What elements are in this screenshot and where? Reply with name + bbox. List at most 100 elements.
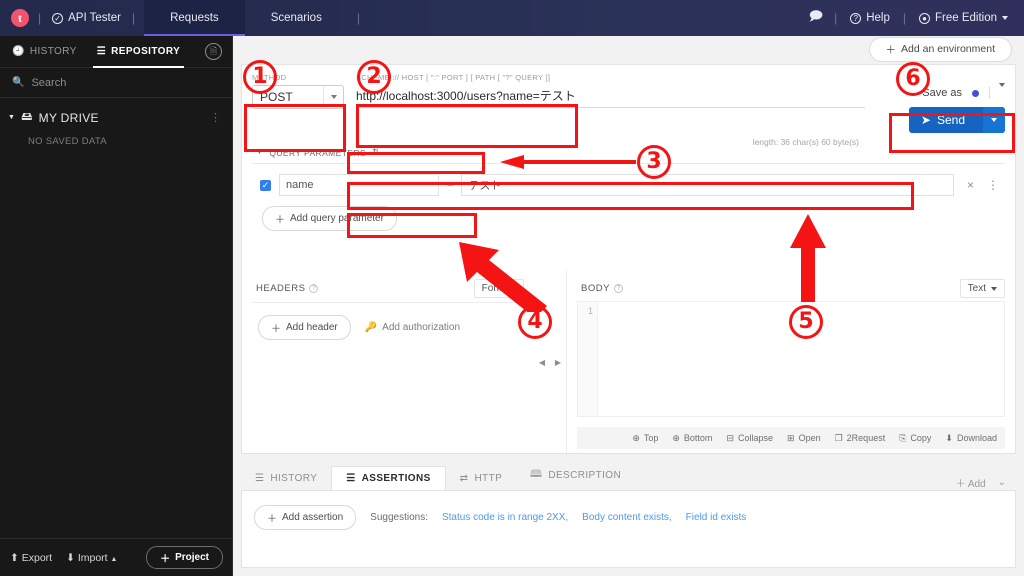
bottom-tab-http-label: HTTP	[474, 473, 503, 484]
sidebar-item-my-drive[interactable]: ▼ 🖴 MY DRIVE ⋮	[0, 98, 232, 131]
query-parameter-key-input[interactable]: name	[279, 174, 439, 196]
body-type-select[interactable]: Text	[959, 279, 1005, 298]
body-title: BODY	[581, 283, 610, 294]
drive-menu-icon[interactable]: ⋮	[210, 111, 222, 124]
add-project-button[interactable]: ＋ Project	[146, 546, 223, 569]
query-parameter-menu-icon[interactable]: ⋮	[987, 178, 1003, 192]
key-icon: 🔑	[364, 322, 378, 333]
plus-icon: ＋	[160, 554, 171, 565]
import-button[interactable]: ⬇ Import ▲	[66, 552, 117, 564]
help-button[interactable]: ? Help	[848, 12, 892, 24]
chevron-down-icon[interactable]: ▼	[256, 149, 263, 156]
sort-icon[interactable]: ⇅	[372, 147, 380, 158]
tab-requests-label: Requests	[170, 12, 219, 24]
editor-top-label: Top	[643, 433, 659, 443]
sidebar-search[interactable]: 🔍 Search	[0, 68, 232, 98]
add-authorization-label: Add authorization	[382, 322, 461, 333]
pane-collapse-right[interactable]: ▶	[550, 271, 566, 453]
editor-open-button[interactable]: ⊞ Open	[787, 433, 821, 444]
account-label: Free Edition	[934, 12, 997, 24]
app-logo[interactable]: t	[11, 9, 29, 27]
save-as-control[interactable]: Save as	[922, 83, 1005, 99]
chat-icon[interactable]: 🗩	[809, 7, 823, 29]
send-dropdown-icon[interactable]	[983, 107, 1005, 133]
add-header-button[interactable]: ＋ Add header	[258, 315, 351, 340]
app-name-item[interactable]: ✓ API Tester	[50, 12, 123, 24]
drive-icon: 🖴	[21, 111, 33, 123]
query-parameter-enabled-checkbox[interactable]: ✓	[260, 179, 271, 191]
suggestion-field-id[interactable]: Field id exists	[686, 512, 747, 523]
suggestion-status-code[interactable]: Status code is in range 2XX,	[442, 512, 568, 523]
arrow-up-circle-icon: ⊕	[632, 432, 640, 443]
sidebar-tab-history[interactable]: 🕘 HISTORY	[2, 36, 87, 68]
sidebar-tab-repository[interactable]: ☰ REPOSITORY	[87, 36, 190, 68]
sidebar-tab-history-label: HISTORY	[29, 46, 77, 57]
add-assertion-label: Add assertion	[282, 512, 344, 523]
bottom-tab-assertions[interactable]: ☰ ASSERTIONS	[331, 466, 446, 490]
url-input[interactable]: http://localhost:3000/users?name=テスト	[356, 84, 865, 108]
help-circle-icon[interactable]: ?	[613, 284, 623, 293]
headers-pane-header: HEADERS ? Form	[242, 271, 534, 302]
suggestions-label: Suggestions:	[370, 512, 428, 523]
method-select[interactable]: POST	[252, 85, 344, 109]
bottom-tab-description-label: DESCRIPTION	[548, 470, 622, 481]
help-label: Help	[866, 12, 890, 24]
topbar-separator-2: |	[131, 11, 136, 25]
add-query-parameter-button[interactable]: ＋ Add query parameter	[262, 206, 397, 231]
plus-icon: ＋	[267, 514, 277, 525]
add-authorization-button[interactable]: 🔑 Add authorization	[365, 322, 460, 333]
editor-collapse-button[interactable]: ⊟ Collapse	[726, 433, 773, 444]
database-icon: ☰	[96, 46, 107, 57]
tab-scenarios-label: Scenarios	[270, 12, 322, 24]
headers-format-select[interactable]: Form	[473, 279, 524, 298]
save-as-dropdown-icon[interactable]	[989, 83, 1005, 99]
help-circle-icon[interactable]: ?	[309, 284, 319, 293]
export-button[interactable]: ⬆ Export	[10, 552, 52, 564]
send-icon: ➤	[920, 113, 931, 127]
assertions-icon: ☰	[346, 473, 356, 484]
check-circle-icon: ✓	[52, 12, 64, 24]
add-environment-button[interactable]: ＋ Add an environment	[868, 36, 1012, 62]
import-label: Import	[77, 551, 108, 564]
body-editor[interactable]: 1	[577, 301, 1005, 417]
editor-open-label: Open	[798, 433, 821, 443]
query-parameters-label: QUERY PARAMETERS	[269, 147, 366, 158]
copy-to-request-icon: ❐	[834, 432, 843, 443]
query-parameters-header[interactable]: ▼ QUERY PARAMETERS ⇅	[256, 147, 1015, 158]
my-drive-label: MY DRIVE	[38, 110, 99, 125]
main-area: ＋ Add an environment METHOD POST SCHEME …	[233, 36, 1024, 576]
exchange-icon: ⇄	[459, 473, 469, 484]
bottom-tab-http[interactable]: ⇄ HTTP	[446, 467, 517, 490]
document-icon[interactable]: 🗎	[205, 43, 222, 60]
account-menu[interactable]: ● Free Edition	[917, 12, 1010, 24]
tab-requests[interactable]: Requests	[144, 0, 245, 36]
editor-bottom-label: Bottom	[683, 433, 713, 443]
send-group: Save as ➤ Send	[865, 73, 1005, 133]
search-input[interactable]: Search	[31, 77, 66, 89]
suggestion-body-content[interactable]: Body content exists,	[582, 512, 672, 523]
tab-scenarios[interactable]: Scenarios	[245, 0, 348, 36]
editor-bottom-button[interactable]: ⊕ Bottom	[672, 433, 712, 444]
bottom-add-label: Add	[967, 479, 986, 490]
pane-collapse-left[interactable]: ◀	[534, 271, 550, 453]
editor-copy-button[interactable]: ⎘ Copy	[899, 433, 931, 444]
editor-2request-button[interactable]: ❐ 2Request	[835, 433, 886, 444]
send-button[interactable]: ➤ Send	[908, 107, 1005, 133]
topbar-separator-4: |	[834, 11, 838, 25]
body-type-value: Text	[967, 283, 986, 294]
bottom-tab-description[interactable]: 🕮 DESCRIPTION	[516, 461, 635, 490]
bottom-tab-history-label: HISTORY	[270, 473, 318, 484]
remove-query-parameter-icon[interactable]: ×	[962, 178, 979, 192]
query-parameter-value-input[interactable]: テスト	[461, 174, 954, 196]
sidebar: 🕘 HISTORY ☰ REPOSITORY 🗎 🔍 Search ▼ 🖴 MY…	[0, 36, 233, 576]
editor-top-button[interactable]: ⊕ Top	[632, 433, 658, 444]
bottom-add-button[interactable]: ＋ Add	[956, 475, 986, 490]
bottom-collapse-icon[interactable]: ⌄	[998, 477, 1006, 488]
chevron-down-icon[interactable]: ▼	[8, 114, 15, 121]
add-assertion-button[interactable]: ＋ Add assertion	[254, 505, 357, 530]
plus-icon: ＋	[885, 43, 897, 56]
chevron-down-icon[interactable]	[323, 86, 343, 108]
bottom-tab-history[interactable]: ☰ HISTORY	[241, 467, 331, 490]
editor-download-button[interactable]: ⬇ Download	[945, 433, 997, 444]
method-label: METHOD	[252, 73, 287, 82]
